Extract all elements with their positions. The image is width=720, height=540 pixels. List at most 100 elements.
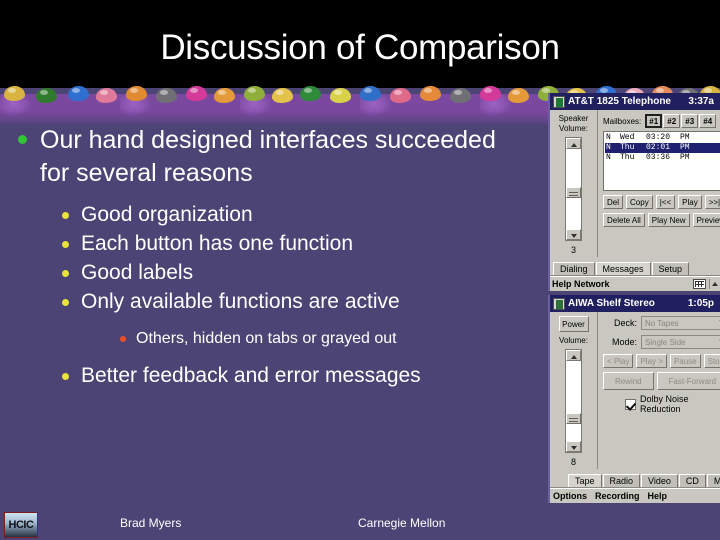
- bullet-level2-good-organization: Good organization: [0, 201, 548, 229]
- volume-value: 3: [570, 245, 576, 255]
- stereo-transport-row-2: Rewind Fast-Forward: [603, 372, 720, 390]
- telephone-volume-pane: Speaker Volume: 3: [550, 110, 598, 257]
- stereo-main-pane: Deck: No Tapes Mode: Single Side < Play …: [598, 312, 720, 469]
- gem-icon: [4, 86, 25, 101]
- volume-down-arrow-icon[interactable]: [566, 229, 581, 240]
- volume-up-arrow-icon[interactable]: [566, 138, 581, 149]
- fast-forward-button[interactable]: Fast-Forward: [656, 372, 720, 390]
- telephone-main-pane: Mailboxes: #1 #2 #3 #4 N Wed 03:20 PM N …: [598, 110, 720, 257]
- volume-slider-thumb[interactable]: [566, 413, 581, 424]
- stereo-volume-slider[interactable]: [565, 349, 582, 453]
- mailbox-button-2[interactable]: #2: [663, 114, 681, 128]
- dolby-checkbox-row[interactable]: Dolby Noise Reduction: [603, 394, 720, 414]
- mode-field: Mode: Single Side: [603, 335, 720, 349]
- bullet-dot-orange: [120, 336, 126, 342]
- stereo-transport-row-1: < Play Play > Pause Stop: [603, 354, 720, 368]
- resize-up-arrow-icon[interactable]: [709, 279, 718, 289]
- bullet-level2-each-button: Each button has one function: [0, 230, 548, 258]
- bullet-level3-others-hidden: Others, hidden on tabs or grayed out: [0, 327, 548, 350]
- deck-dropdown[interactable]: No Tapes: [641, 316, 720, 330]
- tab-cd[interactable]: CD: [678, 474, 706, 487]
- play-new-button[interactable]: Play New: [647, 213, 690, 227]
- message-day: Wed: [620, 133, 635, 142]
- rewind-button[interactable]: |<<: [655, 195, 676, 209]
- gem-icon: [330, 88, 351, 103]
- volume-slider-track[interactable]: [566, 361, 581, 441]
- gem-icon: [360, 86, 381, 101]
- bullet-level2-good-labels: Good labels: [0, 259, 548, 287]
- volume-label: Volume:: [559, 336, 588, 345]
- play-button[interactable]: Play: [678, 195, 702, 209]
- tab-radio[interactable]: Radio: [602, 474, 641, 487]
- mode-value: Single Side: [645, 337, 686, 347]
- telephone-app-window: AT&T 1825 Telephone 3:37a Speaker Volume…: [548, 93, 720, 291]
- gem-icon: [272, 88, 293, 103]
- mode-dropdown[interactable]: Single Side: [641, 335, 720, 349]
- stereo-volume-pane: Power Volume: 8: [550, 312, 598, 469]
- tab-tape[interactable]: Tape: [568, 474, 602, 487]
- tab-messages[interactable]: Messages: [595, 262, 651, 275]
- stereo-tabs: Tape Radio Video CD MD: [550, 474, 720, 488]
- message-row[interactable]: N Wed 03:20 PM: [605, 133, 720, 143]
- tab-setup[interactable]: Setup: [651, 262, 690, 275]
- forward-button[interactable]: >>|: [704, 195, 720, 209]
- dolby-checkbox[interactable]: [625, 398, 636, 410]
- copy-button[interactable]: Copy: [626, 195, 653, 209]
- message-flag: N: [606, 133, 611, 142]
- bullet-text: Each button has one function: [81, 232, 354, 255]
- bullet-dot-yellow: [62, 299, 69, 306]
- mailbox-button-1[interactable]: #1: [645, 114, 663, 128]
- power-button[interactable]: Power: [558, 316, 589, 332]
- telephone-statusbar: Help Network: [550, 276, 720, 291]
- tab-dialing[interactable]: Dialing: [553, 262, 595, 275]
- message-row-selected[interactable]: N Thu 02:01 PM: [605, 143, 720, 153]
- bullet-text: Good labels: [81, 261, 194, 284]
- telephone-titlebar: AT&T 1825 Telephone 3:37a: [550, 93, 720, 110]
- volume-up-arrow-icon[interactable]: [566, 350, 581, 361]
- menu-help[interactable]: Help: [648, 491, 668, 501]
- message-list[interactable]: N Wed 03:20 PM N Thu 02:01 PM N Thu 03:3…: [603, 131, 720, 191]
- rewind-button[interactable]: Rewind: [603, 372, 654, 390]
- pause-button[interactable]: Pause: [669, 354, 701, 368]
- message-ampm: PM: [680, 153, 690, 162]
- delete-button[interactable]: Del: [603, 195, 624, 209]
- message-time: 03:20: [646, 133, 671, 142]
- menu-recording[interactable]: Recording: [595, 491, 640, 501]
- hcic-logo: HCIC: [4, 512, 38, 538]
- telephone-body: Speaker Volume: 3 Mailboxes: #1 #2 #3 #4…: [550, 110, 720, 257]
- message-day: Thu: [620, 143, 635, 152]
- menu-options[interactable]: Options: [553, 491, 587, 501]
- mailbox-selector: Mailboxes: #1 #2 #3 #4: [603, 114, 720, 128]
- gem-icon: [420, 86, 441, 101]
- volume-slider-thumb[interactable]: [566, 187, 581, 198]
- delete-all-button[interactable]: Delete All: [603, 213, 645, 227]
- stereo-clock: 1:05p: [687, 298, 714, 309]
- keyboard-icon[interactable]: [693, 279, 706, 289]
- bullet-dot-yellow: [62, 270, 69, 277]
- message-ampm: PM: [680, 133, 690, 142]
- message-ampm: PM: [680, 143, 690, 152]
- stop-button[interactable]: Stop: [703, 354, 720, 368]
- bullet-level2-better-feedback: Better feedback and error messages: [0, 362, 548, 390]
- bullet-dot-yellow: [62, 212, 69, 219]
- gem-icon: [126, 86, 147, 101]
- deck-value: No Tapes: [645, 318, 679, 328]
- mailbox-button-4[interactable]: #4: [699, 114, 717, 128]
- preview-button[interactable]: Preview: [692, 213, 720, 227]
- gem-icon: [480, 86, 501, 101]
- tab-video[interactable]: Video: [641, 474, 678, 487]
- play-reverse-button[interactable]: < Play: [603, 354, 634, 368]
- bullet-text: Others, hidden on tabs or grayed out: [136, 330, 397, 347]
- bullet-text: Only available functions are active: [81, 290, 400, 313]
- bullet-text: Better feedback and error messages: [81, 364, 421, 387]
- message-row[interactable]: N Thu 03:36 PM: [605, 153, 720, 163]
- mailbox-button-3[interactable]: #3: [681, 114, 699, 128]
- message-time: 03:36: [646, 153, 671, 162]
- play-forward-button[interactable]: Play >: [636, 354, 667, 368]
- gem-icon: [36, 88, 57, 103]
- tab-md[interactable]: MD: [706, 474, 720, 487]
- volume-down-arrow-icon[interactable]: [566, 441, 581, 452]
- gem-icon: [244, 86, 265, 101]
- volume-slider-track[interactable]: [566, 149, 581, 229]
- speaker-volume-slider[interactable]: [565, 137, 582, 241]
